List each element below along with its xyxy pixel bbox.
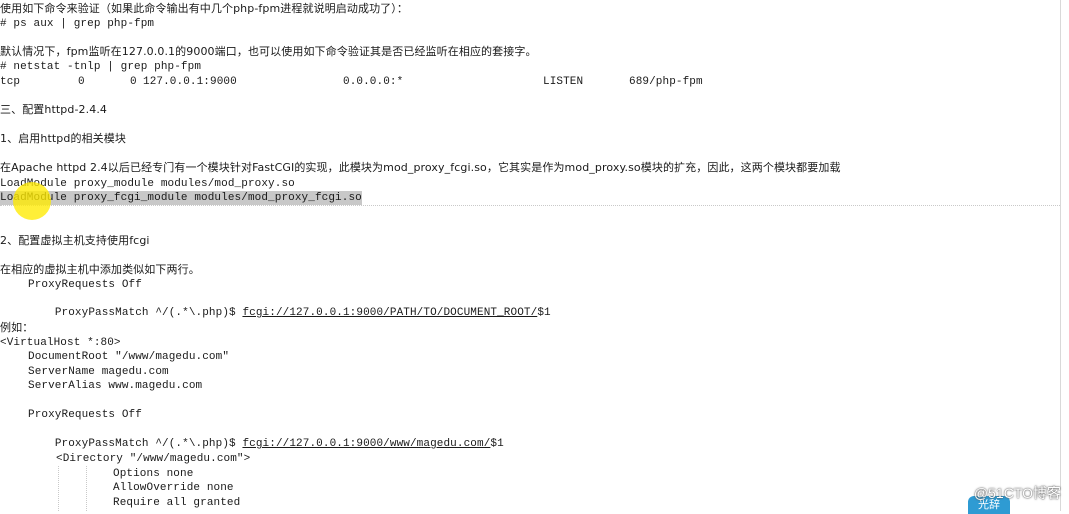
netstat-state: LISTEN — [543, 76, 584, 88]
netstat-proto: tcp — [0, 76, 21, 88]
section-3-heading: 三、配置httpd-2.4.4 — [0, 103, 108, 116]
options-none: Options none — [113, 468, 194, 480]
indent-guide — [58, 466, 59, 511]
directory-open: <Directory "/www/magedu.com"> — [56, 453, 251, 465]
watermark: @51CTO博客 — [973, 485, 1061, 501]
allow-override-none: AllowOverride none — [113, 482, 234, 494]
indent-guide — [86, 466, 87, 511]
proxy-requests-off: ProxyRequests Off — [28, 279, 142, 291]
step-1-heading: 1、启用httpd的相关模块 — [0, 132, 126, 145]
server-name: ServerName magedu.com — [28, 366, 169, 378]
netstat-foreign: 0.0.0.0:* — [343, 76, 404, 88]
step-2-heading: 2、配置虚拟主机支持使用fcgi — [0, 234, 150, 247]
proxy-pass-match-suffix: $1 — [537, 307, 551, 319]
netstat-command: # netstat -tnlp | grep php-fpm — [0, 61, 202, 73]
fcgi-url-link[interactable]: fcgi://127.0.0.1:9000/PATH/TO/DOCUMENT_R… — [242, 307, 537, 319]
mouse-cursor-highlight — [13, 182, 51, 220]
line-divider — [0, 205, 1060, 206]
loadmodule-proxy-fcgi[interactable]: LoadModule proxy_fcgi_module modules/mod… — [0, 191, 362, 205]
netstat-recvq: 0 — [78, 76, 85, 88]
example-label: 例如： — [0, 321, 34, 334]
default-port-note: 默认情况下，fpm监听在127.0.0.1的9000端口，也可以使用如下命令验证… — [0, 45, 537, 58]
vhost-instruction: 在相应的虚拟主机中添加类似如下两行。 — [0, 263, 200, 276]
verify-instruction: 使用如下命令来验证（如果此命令输出有中几个php-fpm进程就说明启动成功了）： — [0, 2, 408, 15]
ps-command: # ps aux | grep php-fpm — [0, 18, 155, 30]
proxy-pass-match-prefix: ProxyPassMatch ^/(.*\.php)$ — [54, 307, 243, 319]
proxy-pass-match-example-suffix: $1 — [490, 438, 504, 450]
require-all-granted: Require all granted — [113, 497, 241, 509]
document-root: DocumentRoot "/www/magedu.com" — [28, 351, 230, 363]
proxy-pass-match-example-prefix: ProxyPassMatch ^/(.*\.php)$ — [54, 438, 243, 450]
fcgi-url-example-link[interactable]: fcgi://127.0.0.1:9000/www/magedu.com/ — [242, 438, 490, 450]
proxy-requests-off-example: ProxyRequests Off — [28, 409, 142, 421]
proxy-pass-match-example: ProxyPassMatch ^/(.*\.php)$ fcgi://127.0… — [28, 423, 504, 450]
virtualhost-open: <VirtualHost *:80> — [0, 337, 121, 349]
netstat-sendq: 0 — [130, 76, 137, 88]
proxy-pass-match: ProxyPassMatch ^/(.*\.php)$ fcgi://127.0… — [28, 292, 551, 319]
netstat-pid: 689/php-fpm — [629, 76, 703, 88]
netstat-local: 127.0.0.1:9000 — [143, 76, 237, 88]
apache-fastcgi-note: 在Apache httpd 2.4以后已经专门有一个模块针对FastCGI的实现… — [0, 161, 841, 174]
server-alias: ServerAlias www.magedu.com — [28, 380, 203, 392]
document-page[interactable]: 使用如下命令来验证（如果此命令输出有中几个php-fpm进程就说明启动成功了）：… — [0, 0, 1061, 511]
